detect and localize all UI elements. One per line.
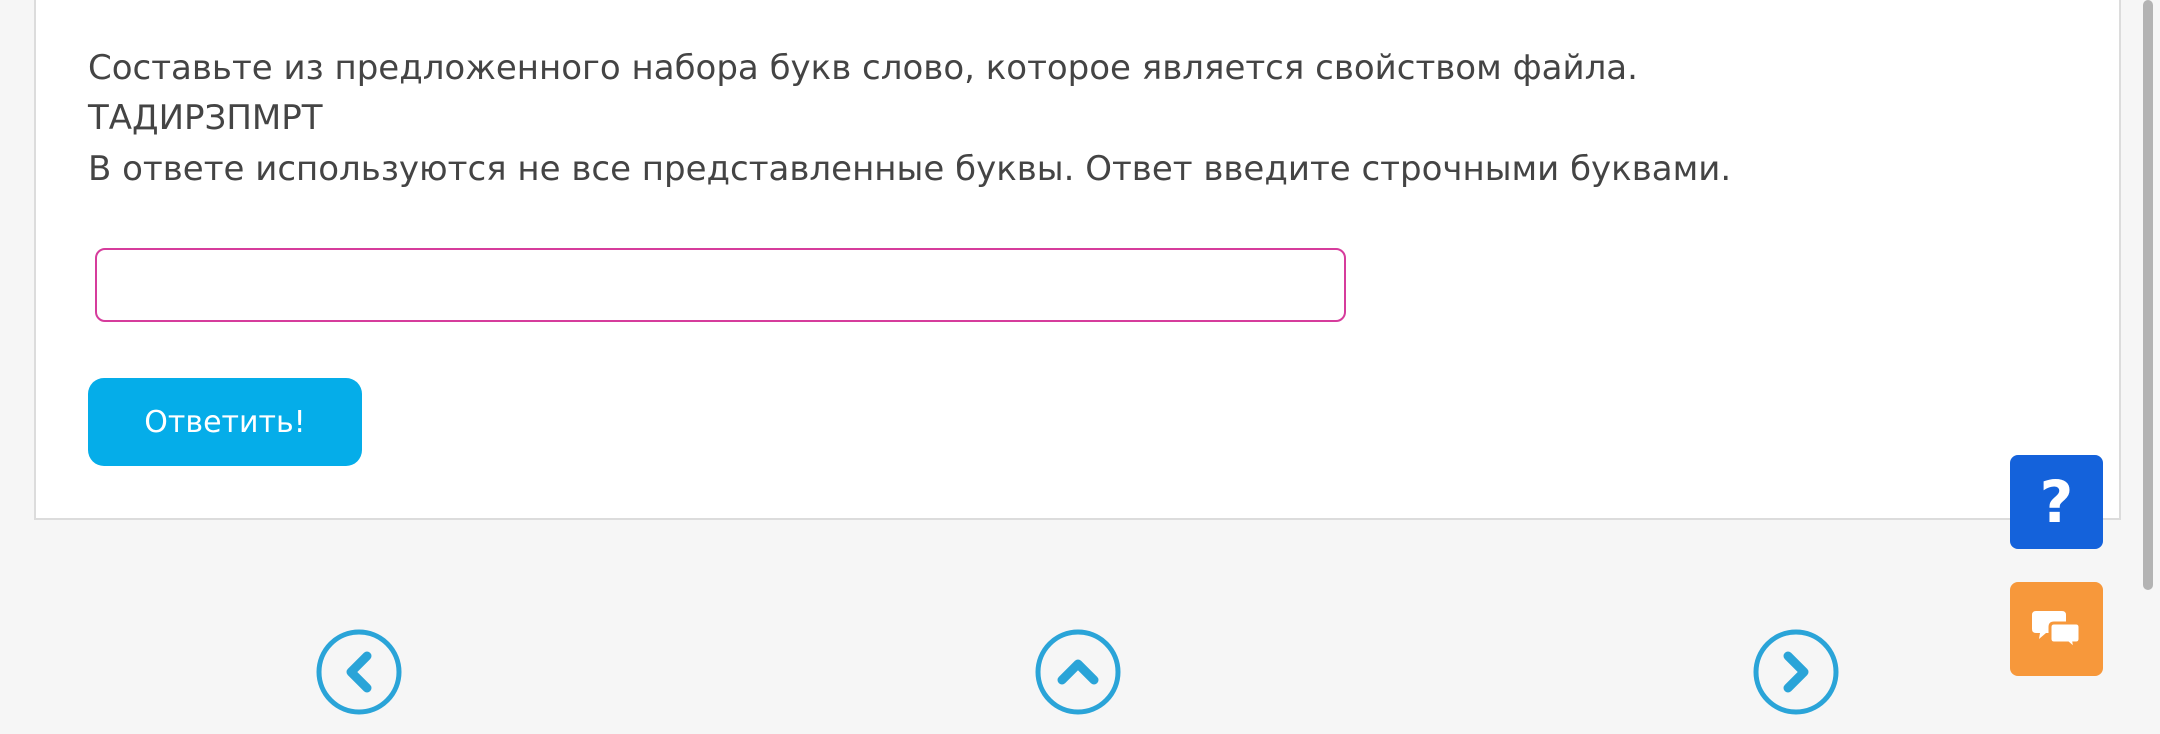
scrollbar-thumb[interactable] xyxy=(2143,0,2153,590)
chevron-right-icon xyxy=(1753,629,1839,715)
submit-button[interactable]: Ответить! xyxy=(88,378,362,466)
next-button[interactable] xyxy=(1752,628,1840,716)
chevron-up-icon xyxy=(1035,629,1121,715)
letter-set: ТАДИРЗПМРТ xyxy=(88,98,323,138)
help-button[interactable]: ? xyxy=(2010,455,2103,549)
chat-button[interactable] xyxy=(2010,582,2103,676)
chat-bubbles-icon xyxy=(2031,611,2081,651)
up-button[interactable] xyxy=(1034,628,1122,716)
help-label: ? xyxy=(2039,468,2074,536)
question-text: Составьте из предложенного набора букв с… xyxy=(88,48,1638,88)
chevron-left-icon xyxy=(316,629,402,715)
previous-button[interactable] xyxy=(315,628,403,716)
answer-input[interactable] xyxy=(95,248,1346,322)
question-instructions: В ответе используются не все представлен… xyxy=(88,149,1732,189)
